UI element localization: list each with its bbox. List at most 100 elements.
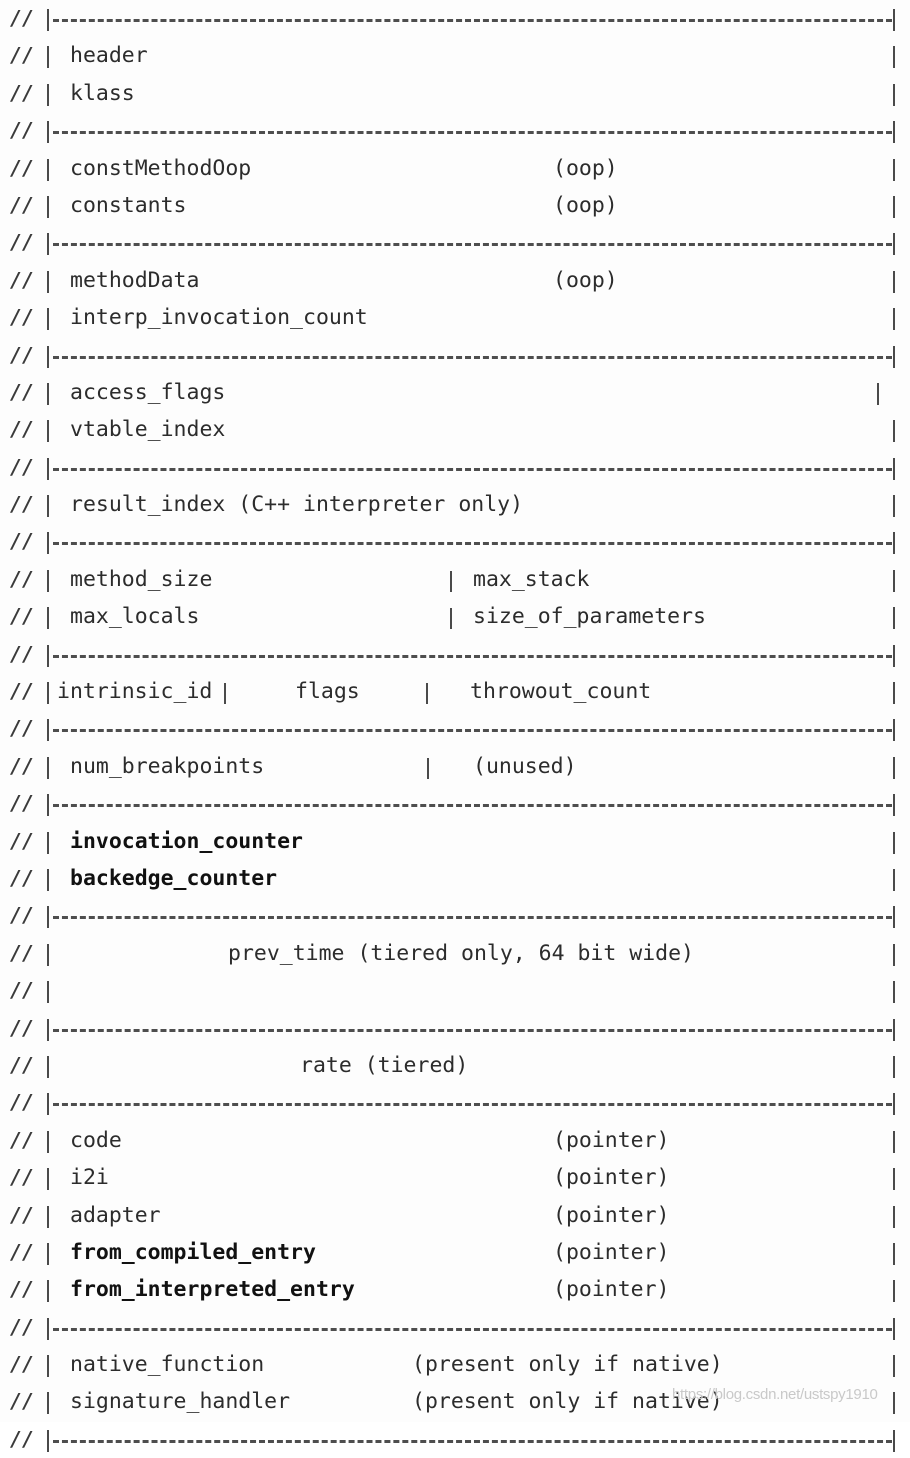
right-border-bar [893,1130,895,1153]
right-border-bar [893,569,895,592]
column-divider-bar [450,608,452,630]
field-row: // signature_handler (present only if nati… [0,1383,910,1420]
left-border-bar [47,345,49,368]
dashed-separator [53,1439,892,1443]
left-border-bar [47,682,49,705]
right-border-bar [893,233,895,256]
field-label: (pointer) [553,1239,670,1265]
field-row: // methodData (oop) [0,262,910,299]
left-border-bar [47,1429,49,1452]
field-row: // klass [0,75,910,112]
right-border-bar [893,158,895,181]
right-border-bar [893,794,895,817]
field-label: (oop) [553,155,618,181]
left-border-bar [47,270,49,293]
separator-line: // [0,1010,910,1047]
comment-marker: // [10,566,35,591]
separator-line: // [0,1084,910,1121]
comment-marker: // [10,641,35,666]
field-row: // vtable_index [0,411,910,448]
field-row: // constants (oop) [0,187,910,224]
field-row: // access_flags [0,374,910,411]
right-border-bar [877,382,879,405]
field-label: (pointer) [553,1127,670,1153]
field-row: // intrinsic_id flags throwout_count [0,673,910,710]
field-label: max_stack [473,566,590,592]
field-label: klass [70,80,135,106]
right-border-bar [893,682,895,705]
field-label: prev_time (tiered only, 64 bit wide) [228,940,694,966]
column-divider-bar [224,683,226,705]
field-label: method_size [70,566,213,592]
right-border-bar [893,308,895,331]
separator-line: // [0,1309,910,1346]
field-label: max_locals [70,604,200,630]
left-border-bar [47,1130,49,1153]
right-border-bar [893,1317,895,1340]
comment-marker: // [10,679,35,704]
comment-marker: // [10,903,35,928]
comment-marker: // [10,604,35,629]
right-border-bar [893,83,895,106]
left-border-bar [47,607,49,630]
field-label: size_of_parameters [473,604,706,630]
field-label: rate (tiered) [300,1052,469,1078]
right-border-bar [893,1018,895,1041]
dashed-separator [53,542,892,546]
left-border-bar [47,9,49,31]
right-border-bar [893,121,895,144]
field-label: constants [70,192,187,218]
right-border-bar [893,719,895,742]
field-label: num_breakpoints [70,753,265,779]
right-border-bar [893,1355,895,1378]
right-border-bar [893,457,895,480]
column-divider-bar [450,570,452,592]
field-label: from_interpreted_entry [70,1277,355,1303]
comment-marker: // [10,1389,35,1414]
left-border-bar [47,794,49,817]
left-border-bar [47,719,49,742]
left-border-bar [47,943,49,966]
comment-marker: // [10,192,35,217]
comment-marker: // [10,1352,35,1377]
field-label: (pointer) [553,1277,670,1303]
field-label: access_flags [70,379,226,405]
comment-marker: // [10,828,35,853]
right-border-bar [893,420,895,443]
field-row: // constMethodOop (oop) [0,150,910,187]
left-border-bar [47,420,49,443]
field-label: intrinsic_id [57,679,213,705]
comment-marker: // [10,716,35,741]
field-row: // interp_invocation_count [0,299,910,336]
left-border-bar [47,1093,49,1116]
field-row: // backedge_counter [0,860,910,897]
comment-marker: // [10,305,35,330]
comment-marker: // [10,791,35,816]
field-label: throwout_count [470,679,652,705]
right-border-bar [893,1429,895,1452]
right-border-bar [893,906,895,929]
left-border-bar [47,195,49,218]
field-label: flags [295,679,360,705]
dashed-separator [53,131,892,135]
left-border-bar [47,1055,49,1078]
right-border-bar [893,943,895,966]
separator-line: // [0,523,910,560]
left-border-bar [47,644,49,667]
left-border-bar [47,46,49,69]
field-label: signature_handler [70,1389,291,1415]
separator-line: // [0,224,910,261]
comment-marker: // [10,865,35,890]
separator-line: // [0,112,910,149]
left-border-bar [47,532,49,555]
comment-marker: // [10,1052,35,1077]
comment-marker: // [10,1015,35,1040]
methodoop-layout-diagram: // // header // klass // // constMethodOop (oop)… [0,0,910,1452]
dashed-separator [53,654,892,658]
comment-marker: // [10,1426,35,1451]
field-row: // method_size max_stack [0,561,910,598]
field-row: // max_locals size_of_parameters [0,598,910,635]
right-border-bar [893,644,895,667]
left-border-bar [47,382,49,405]
field-label: (oop) [553,267,618,293]
